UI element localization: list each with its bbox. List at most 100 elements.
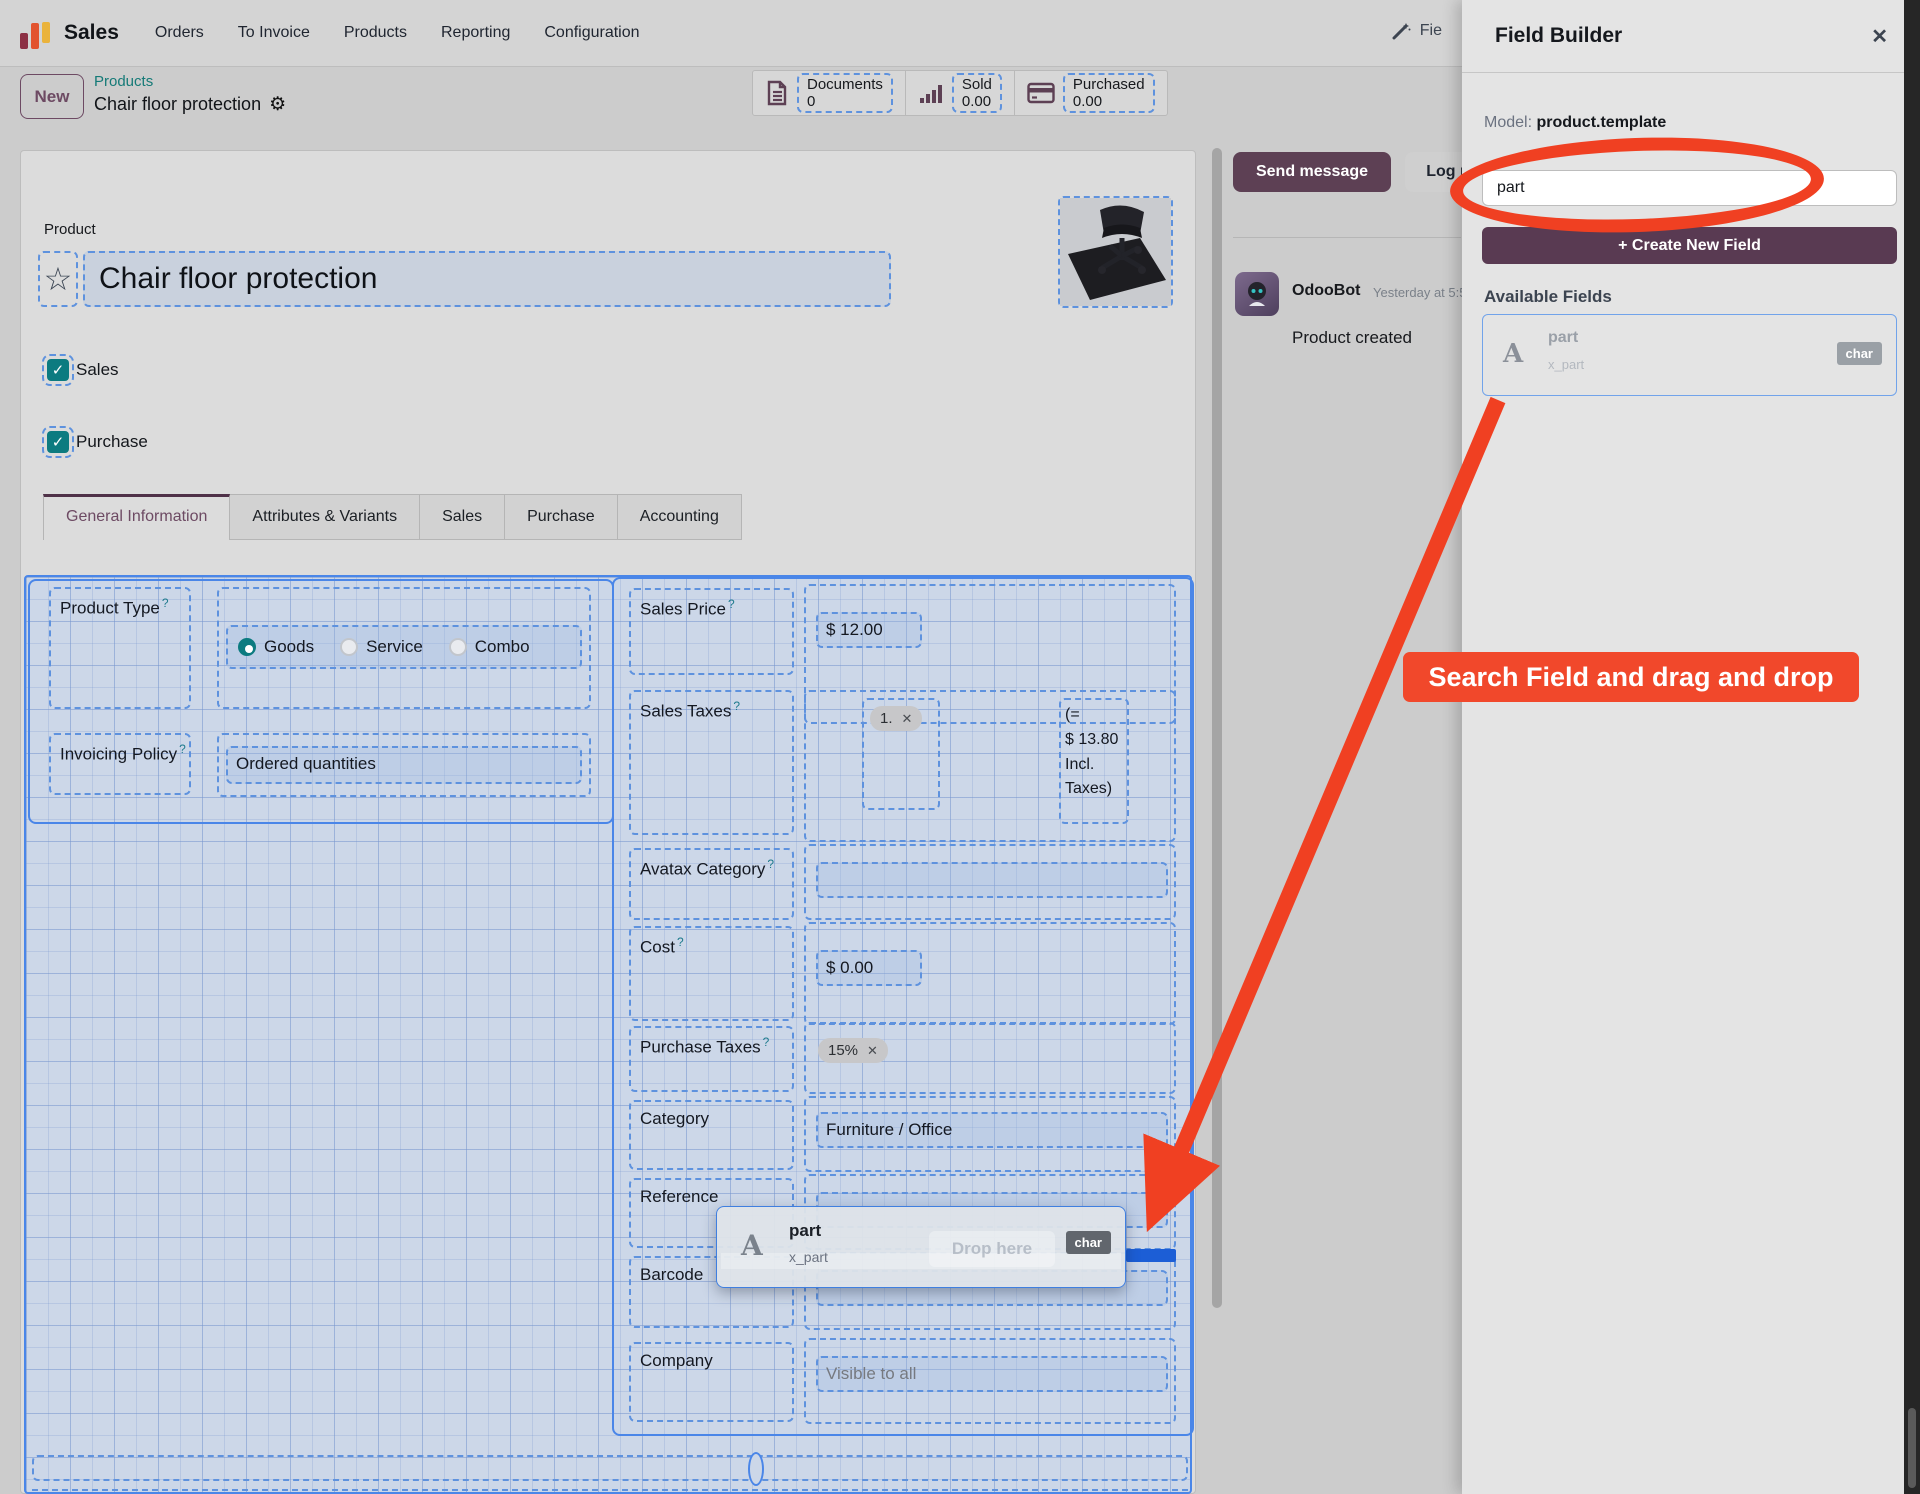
char-type-icon: A bbox=[1503, 339, 1523, 369]
message-timestamp: Yesterday at 5:5 bbox=[1373, 285, 1466, 300]
company-field[interactable]: Visible to all bbox=[804, 1338, 1176, 1424]
notebook-drop-strip[interactable] bbox=[32, 1455, 1188, 1481]
create-new-field-button[interactable]: + Create New Field bbox=[1482, 227, 1897, 264]
checkbox-checked-icon: ✓ bbox=[47, 431, 69, 453]
new-button[interactable]: New bbox=[20, 74, 84, 119]
stat-purchased[interactable]: Purchased 0.00 bbox=[1015, 71, 1167, 115]
nav-item-to-invoice[interactable]: To Invoice bbox=[238, 24, 310, 42]
robot-face-icon bbox=[1242, 279, 1272, 309]
stat-value: 0 bbox=[807, 93, 883, 110]
radio-service[interactable] bbox=[340, 638, 358, 656]
radio-combo[interactable] bbox=[449, 638, 467, 656]
screen-right-edge bbox=[1904, 0, 1920, 1494]
product-type-field[interactable]: Goods Service Combo bbox=[217, 587, 591, 709]
invoicing-policy-value: Ordered quantities bbox=[226, 746, 582, 784]
purchase-toggle[interactable]: ✓ Purchase bbox=[42, 426, 148, 458]
field-type-badge: char bbox=[1066, 1231, 1111, 1254]
message-author[interactable]: OdooBot bbox=[1292, 282, 1360, 300]
tax-included-note: (= $ 13.80 Incl. Taxes) bbox=[1059, 698, 1129, 824]
category-label[interactable]: Category bbox=[629, 1100, 794, 1170]
annotation-callout: Search Field and drag and drop bbox=[1403, 652, 1859, 702]
sales-app-icon[interactable] bbox=[20, 17, 52, 49]
tab-purchase[interactable]: Purchase bbox=[505, 494, 618, 540]
right-field-group: Sales Price? $ 12.00 Sales Taxes? 1.✕ (=… bbox=[612, 577, 1194, 1436]
avatax-category-value bbox=[816, 862, 1168, 898]
tab-sales[interactable]: Sales bbox=[420, 494, 505, 540]
tab-general-information[interactable]: General Information bbox=[43, 494, 230, 540]
sales-price-label[interactable]: Sales Price? bbox=[629, 588, 794, 675]
sales-taxes-label[interactable]: Sales Taxes? bbox=[629, 690, 794, 835]
nav-item-reporting[interactable]: Reporting bbox=[441, 24, 510, 42]
edge-scrollbar-thumb[interactable] bbox=[1908, 1408, 1916, 1488]
credit-card-icon bbox=[1027, 82, 1055, 104]
nav-item-products[interactable]: Products bbox=[344, 24, 407, 42]
tab-accounting[interactable]: Accounting bbox=[618, 494, 742, 540]
close-icon[interactable]: ✕ bbox=[1871, 24, 1888, 49]
product-image[interactable] bbox=[1058, 196, 1173, 308]
invoicing-policy-label[interactable]: Invoicing Policy? bbox=[49, 733, 191, 795]
logo-bar-3 bbox=[42, 22, 50, 43]
chair-mat-photo bbox=[1060, 198, 1171, 306]
odoobot-avatar bbox=[1235, 272, 1279, 316]
form-tabs: General Information Attributes & Variant… bbox=[43, 494, 742, 540]
purchase-taxes-label[interactable]: Purchase Taxes? bbox=[629, 1026, 794, 1092]
stat-buttons: Documents 0 Sold 0.00 Purchas bbox=[752, 70, 1168, 116]
avatax-category-field[interactable] bbox=[804, 844, 1176, 920]
help-icon: ? bbox=[179, 742, 186, 756]
logo-bar-2 bbox=[31, 23, 39, 49]
left-field-group: Product Type? Goods Service Combo Invoic… bbox=[28, 579, 614, 824]
tab-attributes-variants[interactable]: Attributes & Variants bbox=[230, 494, 420, 540]
field-technical-name: x_part bbox=[1548, 357, 1584, 372]
field-search-input[interactable] bbox=[1482, 170, 1897, 206]
cost-label[interactable]: Cost? bbox=[629, 926, 794, 1021]
category-value: Furniture / Office bbox=[816, 1112, 1168, 1148]
breadcrumb-parent[interactable]: Products bbox=[94, 73, 286, 90]
panel-title: Field Builder bbox=[1495, 24, 1622, 48]
radio-goods[interactable] bbox=[238, 638, 256, 656]
stat-sold[interactable]: Sold 0.00 bbox=[906, 71, 1015, 115]
purchase-taxes-field[interactable]: 15%✕ bbox=[804, 1022, 1176, 1094]
nav-item-configuration[interactable]: Configuration bbox=[544, 24, 639, 42]
help-icon: ? bbox=[763, 1035, 770, 1049]
help-icon: ? bbox=[767, 857, 774, 871]
send-message-button[interactable]: Send message bbox=[1233, 152, 1391, 192]
purchase-tax-tag[interactable]: 15%✕ bbox=[818, 1038, 888, 1063]
product-field-label: Product bbox=[44, 221, 96, 238]
bar-chart-icon bbox=[918, 81, 944, 105]
drop-here-hint: Drop here bbox=[929, 1231, 1055, 1267]
sales-price-value: $ 12.00 bbox=[816, 612, 922, 648]
help-icon: ? bbox=[162, 596, 169, 610]
favorite-star[interactable]: ☆ bbox=[38, 251, 78, 307]
screen: Sales Orders To Invoice Products Reporti… bbox=[0, 0, 1920, 1494]
nav-item-orders[interactable]: Orders bbox=[155, 24, 204, 42]
stat-label: Documents bbox=[807, 76, 883, 93]
company-label[interactable]: Company bbox=[629, 1342, 794, 1422]
avatax-category-label[interactable]: Avatax Category? bbox=[629, 848, 794, 920]
app-name[interactable]: Sales bbox=[64, 21, 119, 45]
remove-tax-icon[interactable]: ✕ bbox=[902, 711, 913, 727]
sales-toggle-label: Sales bbox=[76, 360, 119, 380]
sales-tax-tag[interactable]: 1.✕ bbox=[870, 706, 922, 731]
dragged-field-card[interactable]: A part x_part Drop here char bbox=[716, 1206, 1126, 1288]
sales-taxes-field[interactable]: 1.✕ (= $ 13.80 Incl. Taxes) bbox=[804, 690, 1176, 842]
breadcrumb-current: Chair floor protection bbox=[94, 94, 261, 115]
cost-field[interactable]: $ 0.00 bbox=[804, 922, 1176, 1025]
sales-toggle[interactable]: ✓ Sales bbox=[42, 354, 119, 386]
dragged-field-technical: x_part bbox=[789, 1249, 828, 1265]
stat-documents[interactable]: Documents 0 bbox=[753, 71, 906, 115]
purchase-toggle-label: Purchase bbox=[76, 432, 148, 452]
field-name: part bbox=[1548, 329, 1578, 347]
product-name-field[interactable]: Chair floor protection bbox=[83, 251, 891, 307]
category-field[interactable]: Furniture / Office bbox=[804, 1096, 1176, 1172]
main-scrollbar[interactable] bbox=[1212, 148, 1222, 1308]
strip-handle[interactable] bbox=[748, 1452, 764, 1486]
remove-tax-icon[interactable]: ✕ bbox=[867, 1043, 878, 1059]
company-placeholder: Visible to all bbox=[816, 1356, 1168, 1392]
invoicing-policy-field[interactable]: Ordered quantities bbox=[217, 733, 591, 797]
stat-value: 0.00 bbox=[962, 93, 992, 110]
product-type-label[interactable]: Product Type? bbox=[49, 587, 191, 709]
gear-icon[interactable]: ⚙ bbox=[269, 93, 286, 116]
document-icon bbox=[765, 80, 789, 106]
available-field-part[interactable]: A part x_part char bbox=[1482, 314, 1897, 396]
field-type-badge: char bbox=[1837, 342, 1882, 365]
